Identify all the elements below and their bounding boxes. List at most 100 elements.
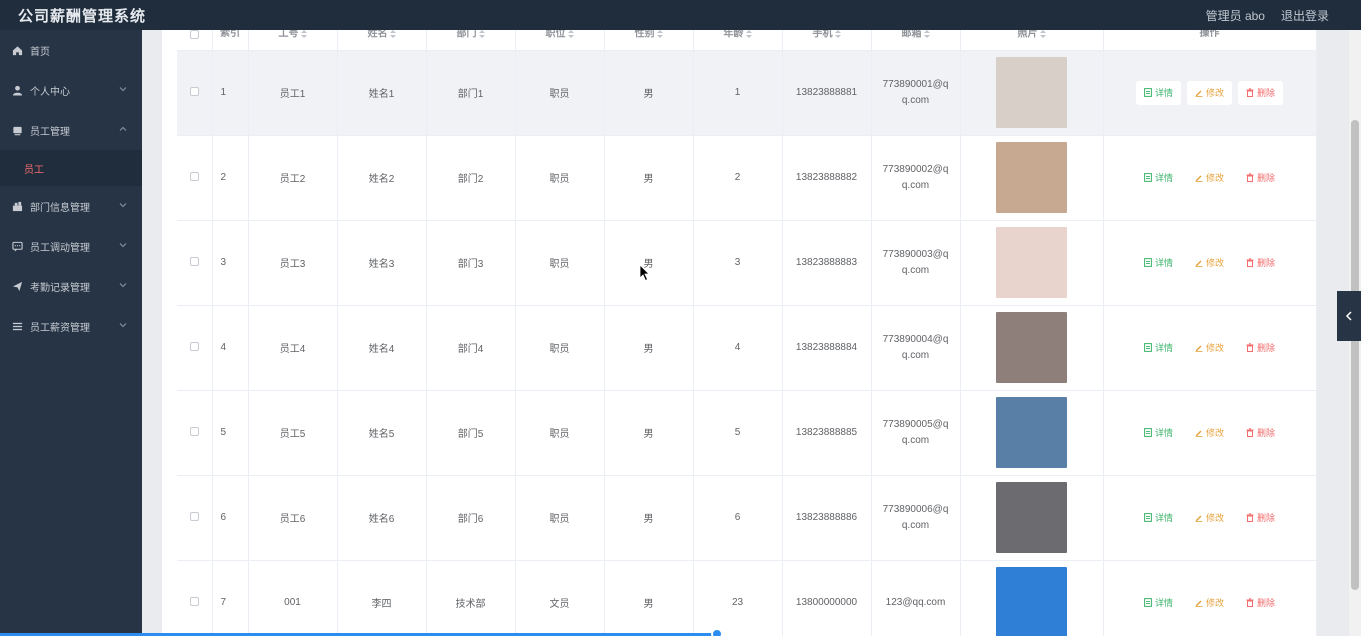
sidebar-item-attendance[interactable]: 考勤记录管理 bbox=[0, 266, 142, 306]
sidebar-item-label: 员工薪资管理 bbox=[30, 322, 90, 334]
logout-button[interactable]: 退出登录 bbox=[1281, 7, 1329, 24]
sidebar-item-employee-mgmt[interactable]: 员工管理 bbox=[0, 110, 142, 150]
sort-icon[interactable] bbox=[1039, 30, 1046, 38]
table-row[interactable]: 7 001 李四 技术部 文员男 23 13800000000 123@qq.com 详情 修改删… bbox=[177, 560, 1317, 636]
select-all-checkbox[interactable] bbox=[189, 30, 199, 39]
table-row[interactable]: 1 员工1 姓名1 部门1 职员男 1 13823888881 773890001@q q.co… bbox=[177, 50, 1317, 136]
detail-button[interactable]: 详情 bbox=[1136, 591, 1181, 615]
table-row[interactable]: 2 员工2 姓名2 部门2 职员男 2 13823888882 773890002@q q.co… bbox=[177, 135, 1317, 221]
collapse-drawer-button[interactable] bbox=[1337, 291, 1361, 341]
select-all-checkbox-cell[interactable] bbox=[177, 30, 213, 51]
row-checkbox-cell[interactable] bbox=[177, 135, 213, 221]
sort-icon[interactable] bbox=[389, 30, 396, 38]
department-icon bbox=[12, 201, 23, 212]
table-row[interactable]: 3 员工3 姓名3 部门3 职员男 3 13823888883 773890003@q q.co… bbox=[177, 220, 1317, 306]
detail-button[interactable]: 详情 bbox=[1136, 251, 1181, 275]
detail-button[interactable]: 详情 bbox=[1135, 80, 1181, 105]
sort-icon[interactable] bbox=[478, 30, 485, 38]
employee-photo[interactable] bbox=[996, 567, 1067, 636]
column-header-age[interactable]: 年龄 bbox=[693, 30, 783, 51]
detail-button[interactable]: 详情 bbox=[1136, 421, 1181, 445]
email-part: q.com bbox=[901, 349, 930, 361]
employee-photo[interactable] bbox=[996, 482, 1067, 553]
sidebar-item-salary[interactable]: 员工薪资管理 bbox=[0, 306, 142, 346]
sort-icon[interactable] bbox=[834, 30, 841, 38]
sidebar-item-employee[interactable]: 员工 bbox=[0, 150, 142, 186]
cell-actions: 详情 修改 删除 bbox=[1103, 305, 1317, 391]
delete-button[interactable]: 删除 bbox=[1238, 251, 1283, 275]
column-header-email[interactable]: 邮箱 bbox=[871, 30, 961, 51]
column-header-photo[interactable]: 照片 bbox=[960, 30, 1104, 51]
cell-phone: 13823888881 bbox=[782, 50, 872, 136]
edit-button[interactable]: 修改 bbox=[1187, 336, 1232, 360]
row-checkbox-cell[interactable] bbox=[177, 220, 213, 306]
sidebar-item-home[interactable]: 首页 bbox=[0, 30, 142, 70]
progress-handle[interactable] bbox=[711, 628, 723, 636]
delete-button[interactable]: 删除 bbox=[1238, 591, 1283, 615]
row-checkbox-cell[interactable] bbox=[177, 50, 213, 136]
detail-button[interactable]: 详情 bbox=[1136, 166, 1181, 190]
detail-button[interactable]: 详情 bbox=[1136, 506, 1181, 530]
sort-icon[interactable] bbox=[300, 30, 307, 38]
delete-button[interactable]: 删除 bbox=[1238, 336, 1283, 360]
table-row[interactable]: 6 员工6 姓名6 部门6 职员男 6 13823888886 773890006@q q.co… bbox=[177, 475, 1317, 561]
employee-photo[interactable] bbox=[996, 142, 1067, 213]
row-checkbox[interactable] bbox=[189, 171, 199, 181]
row-checkbox[interactable] bbox=[189, 256, 199, 266]
edit-button[interactable]: 修改 bbox=[1187, 506, 1232, 530]
row-checkbox[interactable] bbox=[189, 596, 199, 606]
sidebar-item-profile[interactable]: 个人中心 bbox=[0, 70, 142, 110]
sort-icon[interactable] bbox=[567, 30, 574, 38]
sort-icon[interactable] bbox=[656, 30, 663, 38]
sidebar-item-label: 考勤记录管理 bbox=[30, 282, 90, 294]
row-checkbox[interactable] bbox=[189, 86, 199, 96]
delete-button[interactable]: 删除 bbox=[1238, 80, 1284, 105]
employee-photo[interactable] bbox=[996, 57, 1067, 128]
cell-gender: 男 bbox=[604, 50, 694, 136]
current-user-label[interactable]: 管理员 abo bbox=[1206, 7, 1265, 24]
delete-button[interactable]: 删除 bbox=[1238, 421, 1283, 445]
sidebar-item-transfer[interactable]: 员工调动管理 bbox=[0, 226, 142, 266]
column-header-gender[interactable]: 性别 bbox=[604, 30, 694, 51]
sidebar-item-department[interactable]: 部门信息管理 bbox=[0, 186, 142, 226]
cell-email: 123@qq.com bbox=[871, 560, 961, 636]
sort-icon[interactable] bbox=[923, 30, 930, 38]
chevron-down-icon bbox=[119, 283, 127, 288]
column-header-phone[interactable]: 手机 bbox=[782, 30, 872, 51]
employee-photo[interactable] bbox=[996, 227, 1067, 298]
cell-gender: 男 bbox=[604, 305, 694, 391]
row-checkbox-cell[interactable] bbox=[177, 390, 213, 476]
email-part: 773890003@q bbox=[882, 248, 949, 260]
detail-button[interactable]: 详情 bbox=[1136, 336, 1181, 360]
main-content: 索引 工号 姓名 部门 职位 性别 年龄 手机 邮箱 照片 操作 1 员工1 姓名1… bbox=[142, 30, 1349, 636]
sort-icon[interactable] bbox=[745, 30, 752, 38]
employee-photo[interactable] bbox=[996, 397, 1067, 468]
edit-button[interactable]: 修改 bbox=[1187, 251, 1232, 275]
document-icon bbox=[1144, 258, 1152, 267]
row-checkbox-cell[interactable] bbox=[177, 305, 213, 391]
column-header-name[interactable]: 姓名 bbox=[337, 30, 427, 51]
edit-button[interactable]: 修改 bbox=[1186, 80, 1232, 105]
row-checkbox-cell[interactable] bbox=[177, 475, 213, 561]
column-header-dept[interactable]: 部门 bbox=[426, 30, 516, 51]
delete-button[interactable]: 删除 bbox=[1238, 506, 1283, 530]
row-checkbox-cell[interactable] bbox=[177, 560, 213, 636]
edit-button[interactable]: 修改 bbox=[1187, 591, 1232, 615]
cell-actions: 详情 修改 删除 bbox=[1103, 475, 1317, 561]
row-checkbox[interactable] bbox=[189, 426, 199, 436]
row-checkbox[interactable] bbox=[189, 341, 199, 351]
cell-actions: 详情 修改 删除 bbox=[1103, 50, 1317, 136]
table-row[interactable]: 5 员工5 姓名5 部门5 职员男 5 13823888885 773890005@q q.co… bbox=[177, 390, 1317, 476]
scrollbar-thumb[interactable] bbox=[1351, 120, 1359, 590]
edit-button[interactable]: 修改 bbox=[1187, 166, 1232, 190]
column-header-position[interactable]: 职位 bbox=[515, 30, 605, 51]
column-header-emp-no[interactable]: 工号 bbox=[248, 30, 338, 51]
chevron-down-icon bbox=[119, 203, 127, 208]
edit-button[interactable]: 修改 bbox=[1187, 421, 1232, 445]
cell-position: 职员 bbox=[515, 135, 605, 221]
employee-photo[interactable] bbox=[996, 312, 1067, 383]
cell-email: 773890002@q q.com bbox=[871, 135, 961, 221]
delete-button[interactable]: 删除 bbox=[1238, 166, 1283, 190]
row-checkbox[interactable] bbox=[189, 511, 199, 521]
table-row[interactable]: 4 员工4 姓名4 部门4 职员男 4 13823888884 773890004@q q.co… bbox=[177, 305, 1317, 391]
